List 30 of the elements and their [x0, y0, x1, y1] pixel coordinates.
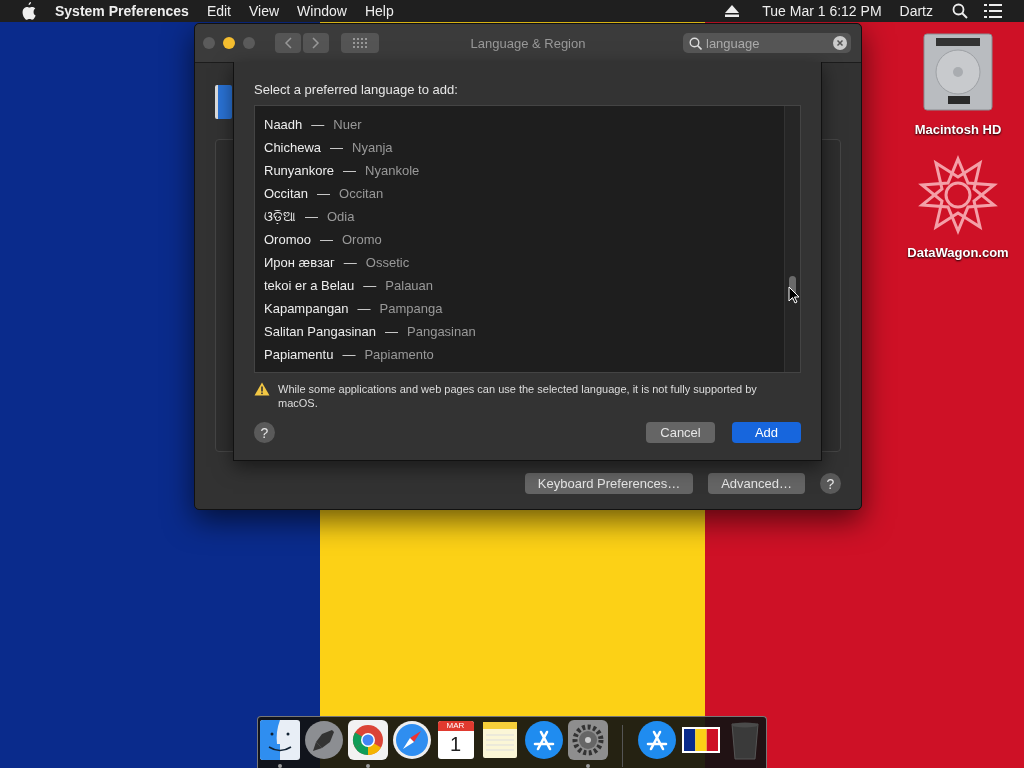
cancel-button[interactable]: Cancel	[646, 422, 715, 443]
warning-text: While some applications and web pages can use the selected language, it is not fully supported by macOS.	[278, 382, 758, 410]
language-item[interactable]: Naadh — Nuer	[255, 113, 784, 136]
window-title: Language & Region	[470, 35, 586, 51]
menu-item[interactable]: Help	[355, 3, 403, 19]
language-item[interactable]: Papiamentu — Papiamento	[255, 343, 784, 366]
language-item[interactable]: Chichewa — Nyanja	[255, 136, 784, 159]
preference-button[interactable]: Advanced…	[708, 473, 805, 494]
language-item[interactable]: Kapampangan — Pampanga	[255, 297, 784, 320]
language-item[interactable]: Oromoo — Oromo	[255, 228, 784, 251]
app-menu[interactable]: System Preferences	[46, 3, 198, 19]
language-item[interactable]: Salitan Pangasinan — Pangasinan	[255, 320, 784, 343]
language-item[interactable]: Occitan — Occitan	[255, 182, 784, 205]
menu-item[interactable]: View	[240, 3, 289, 19]
preference-button[interactable]: Keyboard Preferences…	[524, 473, 694, 494]
user-menu[interactable]: Dartz	[890, 3, 942, 19]
language-item[interactable]: tekoi er a Belau — Palauan	[255, 274, 784, 297]
menu-clock[interactable]: Tue Mar 1 6:12 PM	[753, 3, 891, 19]
sheet-prompt: Select a preferred language to add:	[254, 82, 459, 97]
language-item[interactable]: Runyankore — Nyankole	[255, 159, 784, 182]
menu-item[interactable]: Edit	[197, 3, 240, 19]
add-button[interactable]: Add	[732, 422, 801, 443]
desktop-icon-label[interactable]: Macintosh HD	[914, 122, 1002, 137]
desktop-icon-label[interactable]: DataWagon.com	[907, 245, 1009, 260]
menu-item[interactable]: Window	[288, 3, 356, 19]
help-button[interactable]: ?	[254, 422, 275, 443]
language-item[interactable]: Ирон æвзаг — Ossetic	[255, 251, 784, 274]
calendar-icon[interactable]: MAR 1	[437, 721, 474, 759]
help-button[interactable]: ?	[820, 473, 841, 494]
language-item[interactable]: ଓଡ଼ିଆ — Odia	[255, 205, 784, 228]
